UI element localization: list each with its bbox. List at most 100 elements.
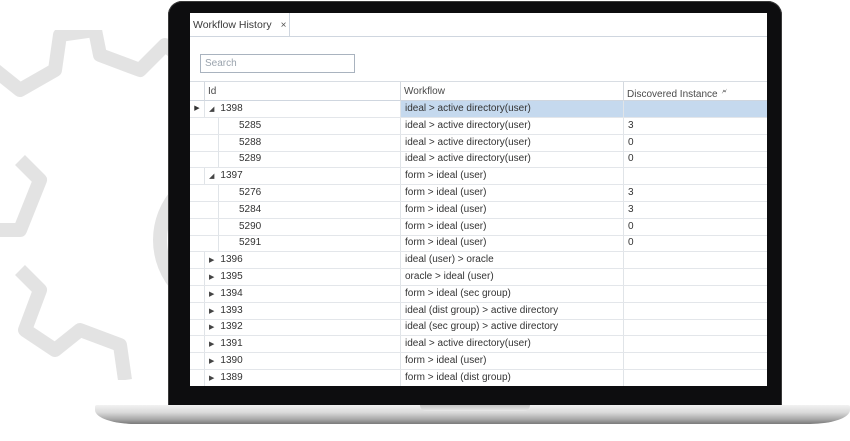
expand-icon[interactable]: ▶ (209, 341, 214, 348)
cell-id-text: 1398 (220, 103, 243, 114)
cell-id: 5288 (218, 134, 400, 151)
cell-discovered-instance (623, 369, 767, 386)
table-row[interactable]: ▶ 1390 form > ideal (user) (190, 353, 767, 370)
laptop-notch (420, 405, 530, 411)
cell-discovered-instance (623, 336, 767, 353)
collapse-icon[interactable]: ◢ (209, 173, 214, 180)
cell-workflow: ideal > active directory(user) (400, 336, 623, 353)
funnel-icon[interactable]: 🗲 (722, 87, 727, 96)
cell-discovered-instance: 0 (623, 218, 767, 235)
cell-id: ◢ 1397 (204, 168, 400, 185)
table-row[interactable]: 5290 form > ideal (user) 0 (190, 218, 767, 236)
cell-workflow: ideal (user) > oracle (400, 252, 623, 269)
table-row[interactable]: 5289 ideal > active directory(user) 0 (190, 151, 767, 169)
table-row[interactable]: ◢ 1397 form > ideal (user) (190, 168, 767, 186)
collapse-icon[interactable]: ◢ (209, 106, 214, 113)
cell-id: ▶ 1396 (204, 252, 400, 269)
table-row[interactable]: ▶ 1395 oracle > ideal (user) (190, 269, 767, 286)
cell-id: ▶ 1389 (204, 369, 400, 386)
cell-id: 5285 (218, 117, 400, 134)
expand-icon[interactable]: ▶ (209, 308, 214, 315)
table-row[interactable]: 5285 ideal > active directory(user) 3 (190, 117, 767, 135)
cell-workflow: ideal > active directory(user) (400, 134, 623, 151)
table-row[interactable]: 5288 ideal > active directory(user) 0 (190, 134, 767, 152)
cell-id: 5289 (218, 151, 400, 168)
cell-workflow: ideal (sec group) > active directory (400, 319, 623, 336)
row-indicator-icon (190, 202, 204, 218)
app-screen: Workflow History × Search Id Workflow Di… (190, 13, 767, 386)
row-indicator-icon (190, 252, 204, 268)
tab-label: Workflow History (193, 19, 272, 31)
cell-id-text: 5285 (239, 119, 262, 131)
cell-workflow: form > ideal (user) (400, 353, 623, 369)
column-header-id[interactable]: Id (204, 82, 400, 101)
row-indicator-icon (190, 118, 204, 134)
cell-workflow: form > ideal (sec group) (400, 285, 623, 302)
column-header-discovered-instance[interactable]: Discovered Instance 🗲 (623, 82, 767, 101)
cell-id-text: 1394 (220, 287, 243, 299)
cell-id: ▶ 1393 (204, 302, 400, 319)
grid-header: Id Workflow Discovered Instance 🗲 (190, 81, 767, 101)
cell-discovered-instance: 0 (623, 235, 767, 252)
search-input[interactable]: Search (200, 54, 355, 73)
cell-id-text: 5288 (239, 136, 262, 148)
row-indicator-icon (190, 185, 204, 201)
table-row[interactable]: 5284 form > ideal (user) 3 (190, 201, 767, 219)
table-row[interactable]: 5276 form > ideal (user) 3 (190, 185, 767, 202)
row-indicator-icon (190, 303, 204, 319)
expand-icon[interactable]: ▶ (209, 257, 214, 264)
cell-id-text: 1393 (220, 304, 243, 316)
expand-icon[interactable]: ▶ (209, 375, 214, 382)
row-indicator-icon (190, 336, 204, 352)
cell-discovered-instance: 0 (623, 134, 767, 151)
expand-icon[interactable]: ▶ (209, 358, 214, 365)
cell-workflow: form > ideal (user) (400, 185, 623, 201)
row-indicator-icon (190, 286, 204, 302)
cell-discovered-instance (623, 302, 767, 319)
cell-discovered-instance (623, 269, 767, 285)
cell-workflow: ideal > active directory(user) (400, 151, 623, 168)
expand-icon[interactable]: ▶ (209, 291, 214, 298)
table-row[interactable]: ▶ 1396 ideal (user) > oracle (190, 252, 767, 270)
cell-id: ▶ 1395 (204, 269, 400, 285)
table-row[interactable]: ▶ 1391 ideal > active directory(user) (190, 336, 767, 354)
cell-workflow: ideal > active directory(user) (400, 101, 623, 117)
cell-id: ▶ 1391 (204, 336, 400, 353)
cell-id-text: 5290 (239, 220, 262, 232)
cell-id: 5276 (218, 185, 400, 201)
table-row[interactable]: ▶ 1392 ideal (sec group) > active director… (190, 319, 767, 337)
cell-id: ▶ 1390 (204, 353, 400, 369)
row-indicator-icon (190, 168, 204, 184)
cell-id-text: 1389 (220, 371, 243, 383)
tab-workflow-history[interactable]: Workflow History × (190, 13, 290, 37)
cell-discovered-instance (623, 252, 767, 269)
cell-id-text: 5284 (239, 203, 262, 215)
table-row[interactable]: ▶ 1393 ideal (dist group) > active directo… (190, 302, 767, 320)
column-header-workflow[interactable]: Workflow (400, 82, 623, 101)
cell-id-text: 1396 (220, 254, 243, 266)
row-indicator-icon (190, 151, 204, 167)
table-row[interactable]: ▶ ◢ 1398 ideal > active directory(user) (190, 101, 767, 118)
row-indicator-icon: ▶ (194, 105, 200, 112)
cell-discovered-instance (623, 168, 767, 185)
tab-strip: Workflow History × (190, 13, 767, 37)
cell-id-text: 1390 (220, 355, 243, 366)
table-row[interactable]: ▶ 1389 form > ideal (dist group) (190, 369, 767, 386)
table-row[interactable]: ▶ 1394 form > ideal (sec group) (190, 285, 767, 303)
close-icon[interactable]: × (281, 20, 287, 31)
cell-workflow: form > ideal (user) (400, 235, 623, 252)
cell-discovered-instance (623, 353, 767, 369)
cell-workflow: form > ideal (dist group) (400, 369, 623, 386)
cell-id: ▶ 1394 (204, 285, 400, 302)
cell-id-text: 1391 (220, 338, 243, 350)
expand-icon[interactable]: ▶ (209, 274, 214, 281)
cell-discovered-instance: 3 (623, 185, 767, 201)
cell-id: ▶ 1392 (204, 319, 400, 336)
cell-discovered-instance (623, 101, 767, 117)
expand-icon[interactable]: ▶ (209, 324, 214, 331)
cell-workflow: oracle > ideal (user) (400, 269, 623, 285)
table-row[interactable]: 5291 form > ideal (user) 0 (190, 235, 767, 253)
row-indicator-icon (190, 269, 204, 285)
cell-discovered-instance: 3 (623, 117, 767, 134)
cell-id: ◢ 1398 (204, 101, 400, 117)
